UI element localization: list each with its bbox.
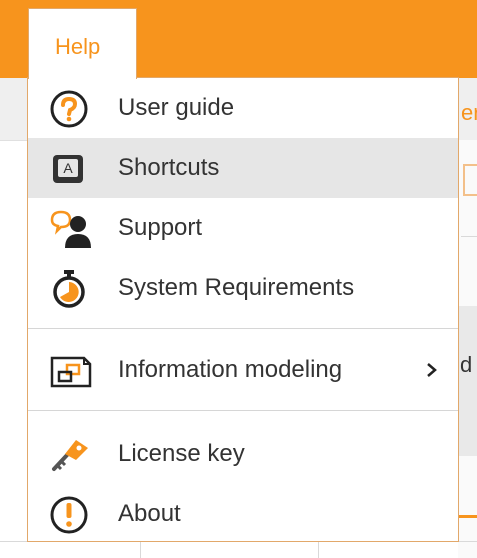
background-icon — [463, 164, 477, 196]
help-dropdown-menu: User guide A Shortcuts Support System Re… — [27, 77, 459, 542]
menu-item-label: Shortcuts — [118, 154, 220, 181]
menu-item-label: User guide — [118, 94, 235, 121]
stopwatch-icon — [48, 270, 94, 308]
keyboard-key-icon: A — [48, 150, 94, 188]
menu-item-about[interactable]: About — [28, 484, 458, 544]
menu-item-support[interactable]: Support — [28, 198, 458, 258]
exclamation-circle-icon — [48, 496, 94, 534]
modeling-icon — [48, 352, 94, 390]
question-circle-icon — [48, 90, 94, 128]
background-tab-text: er — [461, 100, 477, 125]
background-gray-panel — [458, 306, 477, 456]
key-icon — [48, 436, 94, 474]
menu-item-label: System Requirements — [118, 274, 355, 301]
menu-item-label: License key — [118, 440, 245, 467]
background-orange-line — [458, 515, 477, 518]
background-text: d — [460, 352, 473, 377]
background-divider — [461, 236, 477, 237]
svg-text:A: A — [63, 160, 73, 176]
menu-item-label: Information modeling — [118, 356, 343, 383]
menu-item-information-modeling[interactable]: Information modeling — [28, 340, 458, 400]
menu-item-system-requirements[interactable]: System Requirements — [28, 258, 458, 318]
help-menu-label: Help — [55, 34, 101, 59]
help-menu-tab[interactable]: Help — [28, 8, 137, 79]
menu-separator — [28, 328, 458, 329]
support-person-icon — [48, 210, 94, 248]
menu-item-label: About — [118, 500, 181, 527]
menu-separator — [28, 410, 458, 411]
menu-item-shortcuts[interactable]: A Shortcuts — [28, 138, 458, 198]
chevron-right-icon — [426, 362, 438, 383]
menu-item-label: Support — [118, 214, 203, 241]
menu-item-license-key[interactable]: License key — [28, 424, 458, 484]
menu-item-user-guide[interactable]: User guide — [28, 78, 458, 138]
